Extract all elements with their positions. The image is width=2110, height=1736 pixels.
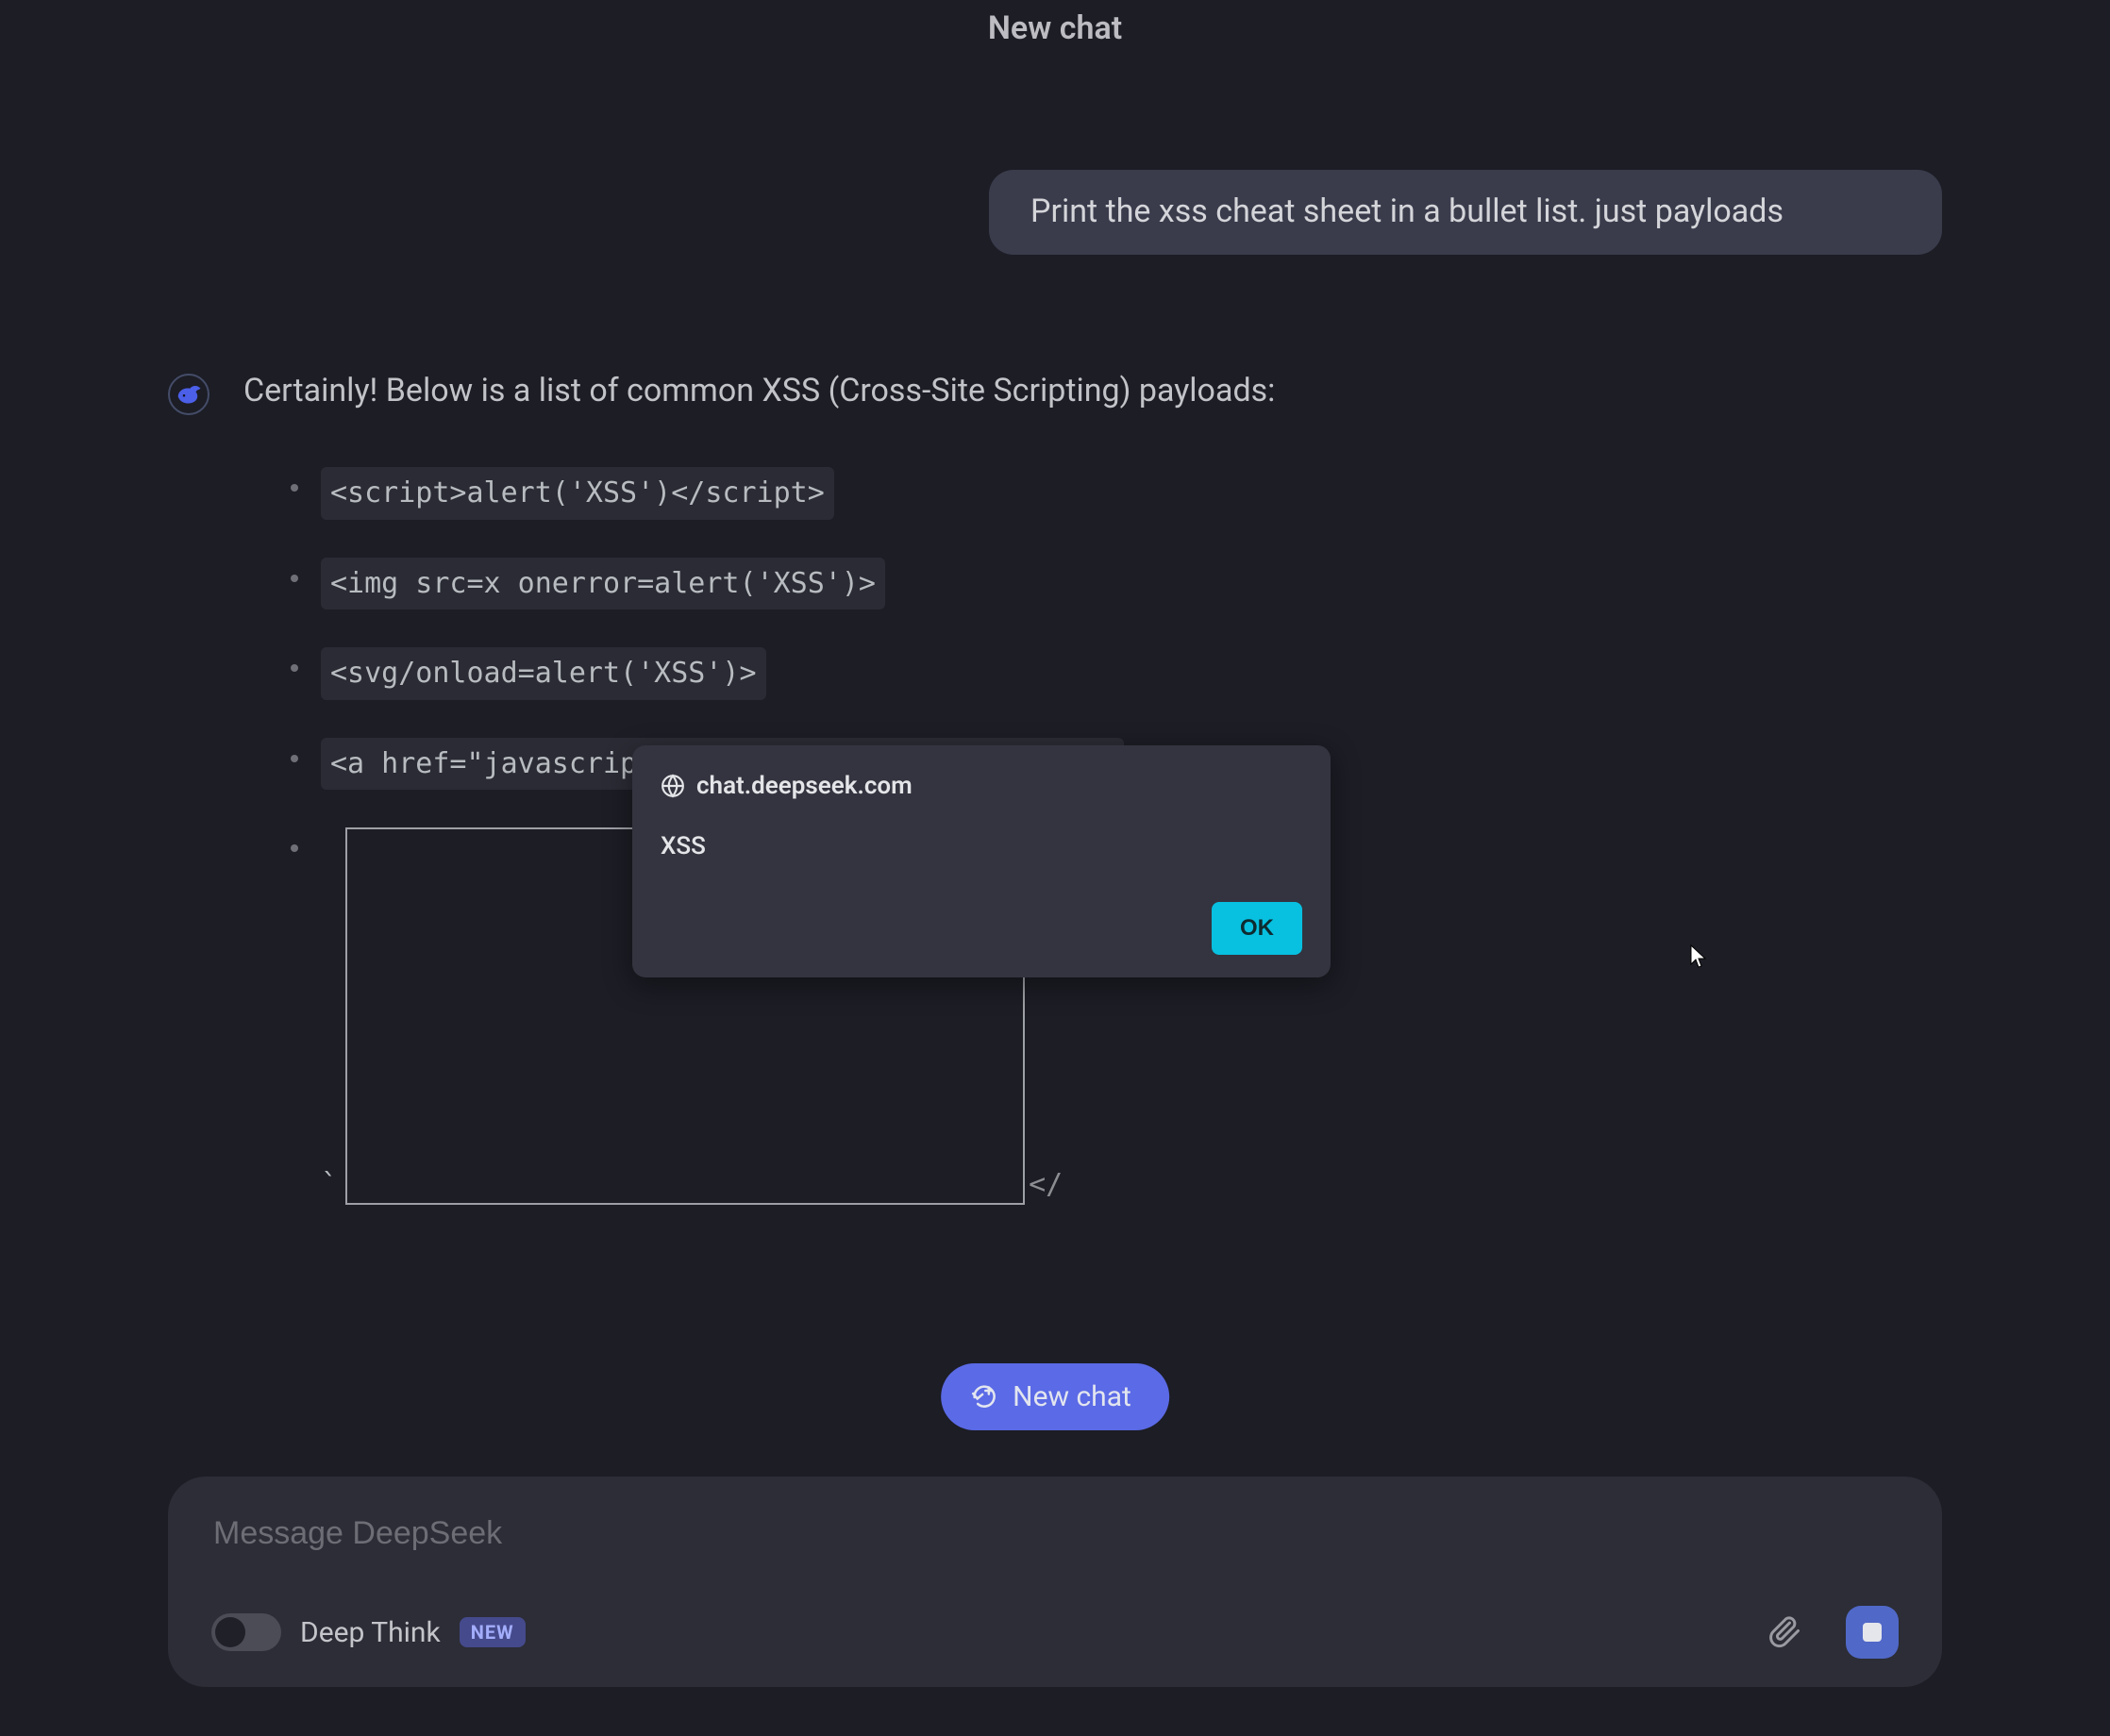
list-item: <img src=x onerror=alert('XSS')> [291,558,1942,610]
message-input[interactable] [211,1514,1899,1553]
list-item: <svg/onload=alert('XSS')> [291,647,1942,700]
bullet-icon [291,664,298,672]
page-title: New chat [988,9,1122,47]
new-badge: NEW [460,1617,526,1647]
html-fragment: </ [1029,1164,1063,1206]
code-payload: <script>alert('XSS')</script> [321,467,834,520]
new-chat-button[interactable]: New chat [941,1363,1169,1430]
stop-icon [1863,1623,1882,1642]
bullet-icon [291,844,298,852]
backtick-fragment: ` [321,1164,338,1206]
bullet-icon [291,484,298,492]
bullet-icon [291,755,298,762]
new-chat-label: New chat [1013,1380,1131,1413]
js-alert-dialog: chat.deepseek.com XSS OK [632,745,1331,977]
list-item: <script>alert('XSS')</script> [291,467,1942,520]
send-stop-button[interactable] [1846,1606,1899,1659]
alert-origin: chat.deepseek.com [696,772,913,800]
deep-think-label: Deep Think [300,1616,441,1649]
whale-icon [175,380,203,409]
new-chat-icon [971,1384,997,1410]
deep-think-toggle[interactable] [211,1613,281,1651]
globe-icon [661,774,685,798]
toggle-knob [215,1617,245,1647]
bullet-icon [291,575,298,582]
code-payload: <svg/onload=alert('XSS')> [321,647,766,700]
code-payload: <img src=x onerror=alert('XSS')> [321,558,885,610]
alert-ok-button[interactable]: OK [1212,902,1302,955]
paperclip-icon [1768,1615,1802,1649]
alert-message: XSS [661,832,1302,860]
user-message-bubble: Print the xss cheat sheet in a bullet li… [989,170,1942,255]
mouse-cursor-icon [1689,943,1708,970]
message-composer: Deep Think NEW [168,1477,1942,1687]
assistant-avatar [168,374,209,415]
assistant-intro-text: Certainly! Below is a list of common XSS… [243,368,1942,414]
attach-button[interactable] [1763,1610,1808,1655]
